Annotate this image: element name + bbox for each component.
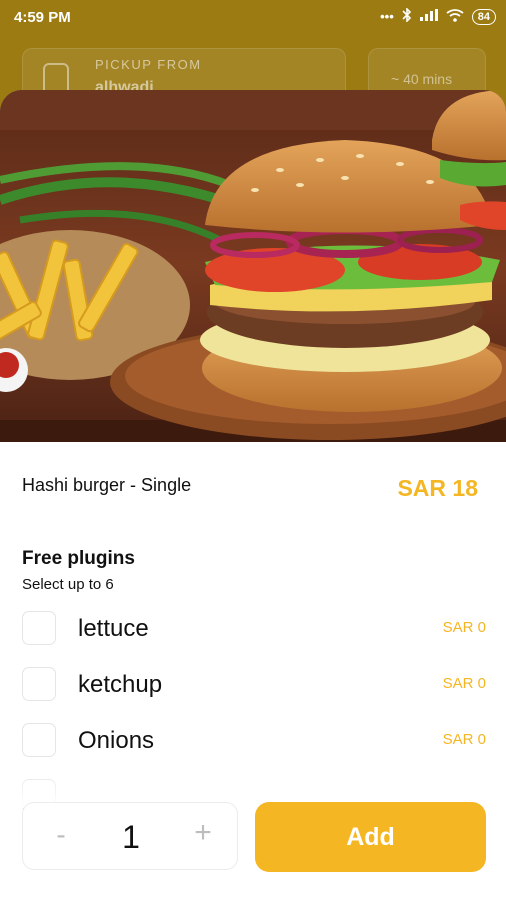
increase-quantity-button[interactable]: + <box>191 816 215 850</box>
addon-price: SAR 0 <box>442 619 486 636</box>
add-to-cart-button[interactable]: Add <box>255 802 486 872</box>
addons-subtitle: Select up to 6 <box>22 576 114 593</box>
pickup-label: PICKUP FROM <box>95 57 202 72</box>
bluetooth-icon <box>402 7 412 25</box>
addon-price: SAR 0 <box>442 675 486 692</box>
battery-icon: 84 <box>471 8 496 25</box>
addon-option-ketchup[interactable]: ketchup SAR 0 <box>22 665 486 705</box>
item-name: Hashi burger - Single <box>22 475 192 495</box>
addon-checkbox[interactable] <box>22 723 56 757</box>
cell-signal-icon <box>419 9 438 24</box>
addon-checkbox[interactable] <box>22 611 56 645</box>
wifi-icon <box>446 8 464 25</box>
item-sheet: Hashi burger - Single SAR 18 Free plugin… <box>0 90 506 900</box>
quantity-stepper: - 1 + <box>22 802 238 870</box>
signal-dots-icon: ••• <box>380 9 394 24</box>
item-price: SAR 18 <box>397 475 478 501</box>
addon-label: lettuce <box>78 615 149 642</box>
addon-option-lettuce[interactable]: lettuce SAR 0 <box>22 609 486 649</box>
status-bar: 4:59 PM ••• 84 <box>0 0 506 36</box>
burger-image <box>0 90 506 442</box>
addons-title: Free plugins <box>22 548 135 569</box>
status-icons: ••• 84 <box>380 7 496 25</box>
quantity-value: 1 <box>122 819 140 855</box>
addon-label: ketchup <box>78 671 163 698</box>
addon-option-onions[interactable]: Onions SAR 0 <box>22 721 486 761</box>
addon-label: Onions <box>78 727 155 754</box>
addon-checkbox[interactable] <box>22 667 56 701</box>
decrease-quantity-button[interactable]: - <box>51 819 71 851</box>
addon-price: SAR 0 <box>442 731 486 748</box>
status-time: 4:59 PM <box>14 9 71 26</box>
